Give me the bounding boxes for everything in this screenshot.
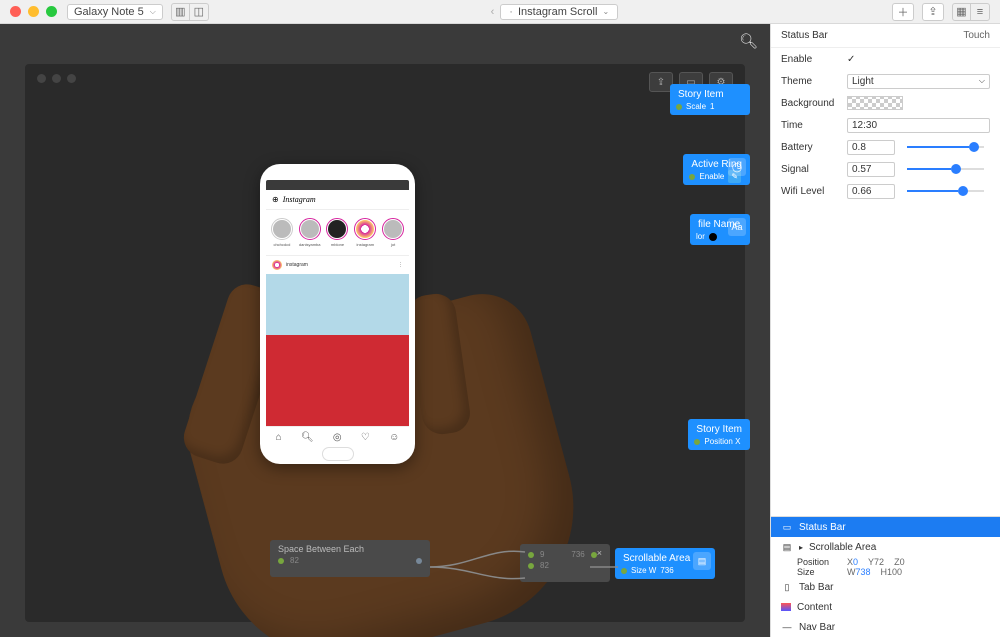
outline-position[interactable]: Position X0 Y72 Z0 <box>771 557 1000 567</box>
prop-time[interactable]: Time 12:30 <box>771 114 1000 136</box>
prop-theme[interactable]: Theme Light⌵ <box>771 70 1000 92</box>
prop-signal[interactable]: Signal 0.57 <box>771 158 1000 180</box>
node-story-item-right[interactable]: Story Item Position X <box>688 419 750 450</box>
chevron-left-icon[interactable]: ‹ <box>491 6 495 18</box>
node-auto-width[interactable]: × 9 736 82 <box>520 544 610 582</box>
outline-scrollable[interactable]: ▤ ▸ Scrollable Area <box>771 537 1000 557</box>
content-icon <box>781 603 791 611</box>
home-icon[interactable]: ⌂ <box>276 432 282 443</box>
node-space-between[interactable]: Space Between Each 82 <box>270 540 430 577</box>
search-icon[interactable]: 🔍︎ <box>301 432 314 443</box>
post-photo[interactable] <box>266 274 409 426</box>
prop-enable[interactable]: Enable ✓ <box>771 48 1000 70</box>
battery-input[interactable]: 0.8 <box>847 140 895 155</box>
post-username[interactable]: instagram <box>286 262 308 268</box>
camera-icon[interactable]: ◎ <box>333 432 342 443</box>
outline-size[interactable]: Size W738 H100 <box>771 567 1000 577</box>
heart-icon[interactable]: ♡ <box>361 432 370 443</box>
theme-select[interactable]: Light⌵ <box>847 74 990 89</box>
node-profile-name[interactable]: file Name lor Aa <box>690 214 750 245</box>
search-icon[interactable]: 🔍︎ <box>739 32 758 50</box>
close-window[interactable] <box>10 6 21 17</box>
node-scrollable-area[interactable]: Scrollable Area Size W 736 ▤ <box>615 548 715 579</box>
text-icon: Aa <box>728 218 746 236</box>
layer-outline[interactable]: ▭ Status Bar ▤ ▸ Scrollable Area Positio… <box>771 516 1000 637</box>
panel-toggle-segment[interactable]: ▦ ≡ <box>952 3 990 21</box>
split-rows-icon[interactable]: ◫ <box>190 4 208 20</box>
share-icon: ⇪ <box>928 5 937 18</box>
preview-window: ⇪ ▭ ⚙ ⊕ Instagram chc <box>25 64 745 622</box>
scroll-icon: ▤ <box>781 541 793 553</box>
outline-tabbar[interactable]: ▯ Tab Bar <box>771 577 1000 597</box>
camera-icon[interactable]: ⊕ <box>272 195 279 204</box>
plus-icon: ＋ <box>898 4 909 20</box>
inspector-panel: Status Bar Touch Enable ✓ Theme Light⌵ B… <box>770 24 1000 637</box>
signal-input[interactable]: 0.57 <box>847 162 895 177</box>
more-icon[interactable]: ⋮ <box>398 262 403 268</box>
outline-navbar[interactable]: — Nav Bar <box>771 617 1000 637</box>
chevron-down-icon[interactable]: ⌄ <box>602 7 609 16</box>
document-dirty-mark: · <box>509 6 513 18</box>
node-story-item-top[interactable]: Story Item Scale 1 <box>670 84 750 115</box>
inspector-touch[interactable]: Touch <box>963 30 990 41</box>
signal-slider[interactable] <box>907 168 984 170</box>
prop-wifi[interactable]: Wifi Level 0.66 <box>771 180 1000 202</box>
check-icon[interactable]: ✓ <box>847 54 855 65</box>
expand-triangle-icon[interactable]: ▸ <box>799 543 803 552</box>
add-button[interactable]: ＋ <box>892 3 914 21</box>
outline-content[interactable]: Content <box>771 597 1000 617</box>
device-name: Galaxy Note 5 <box>74 6 144 18</box>
scroll-icon: ▤ <box>693 552 711 570</box>
statusbar-icon: ▭ <box>781 521 793 533</box>
zoom-window[interactable] <box>46 6 57 17</box>
chevron-updown-icon: ⌵ <box>979 76 985 86</box>
minimize-window[interactable] <box>28 6 39 17</box>
canvas[interactable]: 🔍︎ ⇪ ▭ ⚙ ⊕ Instagram <box>0 24 770 637</box>
battery-slider[interactable] <box>907 146 984 148</box>
prop-battery[interactable]: Battery 0.8 <box>771 136 1000 158</box>
grid-icon[interactable]: ▦ <box>953 4 971 20</box>
wifi-slider[interactable] <box>907 190 984 192</box>
phone-frame: ⊕ Instagram chchcdcd danisyamba mblone i… <box>260 164 415 464</box>
profile-icon[interactable]: ☺ <box>389 432 399 443</box>
prop-background[interactable]: Background <box>771 92 1000 114</box>
list-icon[interactable]: ≡ <box>971 4 989 20</box>
document-tab[interactable]: · Instagram Scroll ⌄ <box>500 4 618 20</box>
time-input[interactable]: 12:30 <box>847 118 990 133</box>
device-selector[interactable]: Galaxy Note 5 ⌵ <box>67 4 163 20</box>
inspector-title: Status Bar <box>781 30 828 41</box>
traffic-lights[interactable] <box>10 6 57 17</box>
device-mockup: ⊕ Instagram chchcdcd danisyamba mblone i… <box>235 164 515 584</box>
chevron-updown-icon: ⌵ <box>150 7 156 17</box>
preview-traffic <box>37 74 76 83</box>
document-title: Instagram Scroll <box>518 6 597 18</box>
share-button[interactable]: ⇪ <box>922 3 944 21</box>
tabbar-icon: ▯ <box>781 581 793 593</box>
close-icon[interactable]: × <box>597 548 602 558</box>
node-active-ring[interactable]: Active Ring Enable ✎ ◯ <box>683 154 750 185</box>
outline-status-bar[interactable]: ▭ Status Bar <box>771 517 1000 537</box>
instagram-logo: Instagram <box>283 195 316 204</box>
view-mode-segment[interactable]: ▥ ◫ <box>171 3 209 21</box>
window-titlebar: Galaxy Note 5 ⌵ ▥ ◫ ‹ · Instagram Scroll… <box>0 0 1000 24</box>
split-columns-icon[interactable]: ▥ <box>172 4 190 20</box>
background-swatch[interactable] <box>847 96 903 110</box>
ring-icon: ◯ <box>728 158 746 176</box>
navbar-icon: — <box>781 621 793 633</box>
wifi-input[interactable]: 0.66 <box>847 184 895 199</box>
